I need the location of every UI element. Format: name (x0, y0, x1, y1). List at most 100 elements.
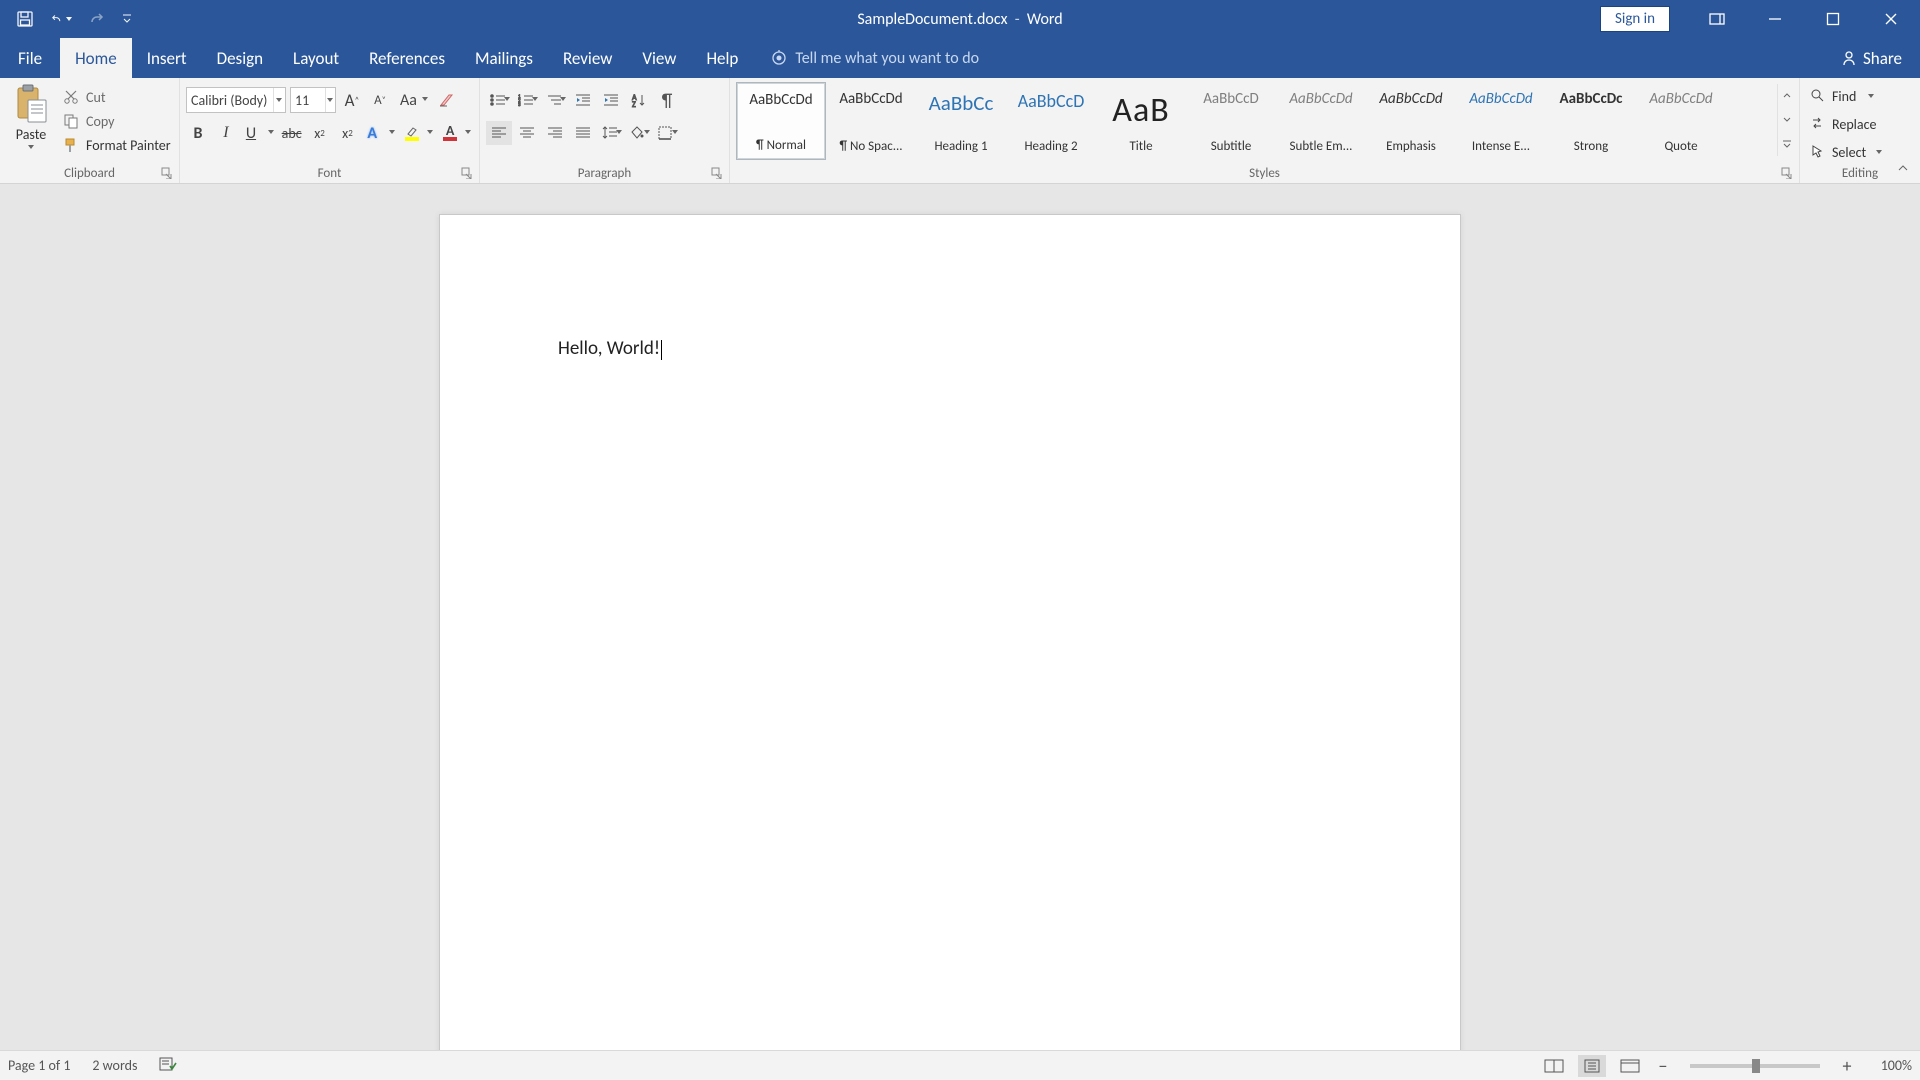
tab-references[interactable]: References (354, 38, 460, 78)
font-name-input[interactable] (187, 92, 273, 109)
font-name-combobox[interactable] (186, 87, 286, 113)
select-label: Select (1832, 144, 1866, 161)
status-bar: Page 1 of 1 2 words − + 100% (0, 1050, 1920, 1080)
style-subtitle[interactable]: AaBbCcDSubtitle (1186, 82, 1276, 160)
save-button[interactable] (14, 8, 36, 30)
tab-file[interactable]: File (0, 38, 60, 78)
cut-button[interactable]: Cut (62, 88, 173, 106)
shrink-font-button[interactable]: A˅ (368, 88, 392, 112)
align-center-button[interactable] (514, 121, 540, 145)
underline-button[interactable]: U (242, 121, 276, 145)
close-button[interactable] (1862, 0, 1920, 38)
title-bar: SampleDocument.docx - Word Sign in (0, 0, 1920, 38)
strikethrough-button[interactable]: abc (280, 121, 304, 145)
chevron-down-icon[interactable] (273, 88, 285, 112)
borders-button[interactable] (654, 121, 680, 145)
copy-button[interactable]: Copy (62, 112, 173, 130)
bullets-button[interactable] (486, 88, 512, 112)
style-strong[interactable]: AaBbCcDcStrong (1546, 82, 1636, 160)
numbering-button[interactable]: 123 (514, 88, 540, 112)
undo-button[interactable] (50, 8, 72, 30)
redo-button[interactable] (86, 8, 108, 30)
tab-mailings[interactable]: Mailings (460, 38, 548, 78)
maximize-button[interactable] (1804, 0, 1862, 38)
tab-home[interactable]: Home (60, 38, 132, 78)
style-title[interactable]: AaBTitle (1096, 82, 1186, 160)
zoom-in-button[interactable]: + (1838, 1055, 1856, 1077)
style-intense-e-[interactable]: AaBbCcDdIntense E... (1456, 82, 1546, 160)
style-heading-2[interactable]: AaBbCcDHeading 2 (1006, 82, 1096, 160)
status-page[interactable]: Page 1 of 1 (8, 1057, 70, 1074)
qat-customize-button[interactable] (122, 8, 132, 30)
minimize-button[interactable] (1746, 0, 1804, 38)
font-launcher[interactable] (461, 165, 475, 179)
status-words[interactable]: 2 words (92, 1057, 137, 1074)
style-subtle-em-[interactable]: AaBbCcDdSubtle Em... (1276, 82, 1366, 160)
document-page[interactable]: Hello, World! (439, 214, 1461, 1050)
tab-review[interactable]: Review (548, 38, 627, 78)
ribbon-display-options-button[interactable] (1688, 0, 1746, 38)
tab-design[interactable]: Design (202, 38, 278, 78)
grow-font-button[interactable]: A˄ (340, 88, 364, 112)
styles-launcher[interactable] (1781, 165, 1795, 179)
styles-more-button[interactable] (1777, 84, 1795, 156)
text-effects-button[interactable]: A (363, 121, 397, 145)
find-button[interactable]: Find (1806, 82, 1914, 110)
style-name: Subtle Em... (1290, 139, 1353, 154)
share-button[interactable]: Share (1823, 38, 1920, 78)
sign-in-button[interactable]: Sign in (1600, 6, 1670, 32)
clear-formatting-button[interactable] (434, 88, 458, 112)
web-layout-button[interactable] (1616, 1055, 1644, 1077)
highlight-button[interactable] (401, 121, 435, 145)
tab-insert[interactable]: Insert (132, 38, 202, 78)
style--no-spac-[interactable]: AaBbCcDd¶ No Spac... (826, 82, 916, 160)
tab-layout[interactable]: Layout (278, 38, 354, 78)
justify-button[interactable] (570, 121, 596, 145)
increase-indent-button[interactable] (598, 88, 624, 112)
document-body[interactable]: Hello, World! (558, 337, 662, 360)
style-emphasis[interactable]: AaBbCcDdEmphasis (1366, 82, 1456, 160)
font-size-input[interactable] (291, 92, 325, 109)
align-left-button[interactable] (486, 121, 512, 145)
font-color-button[interactable]: A (439, 121, 473, 145)
highlight-color-swatch (405, 137, 419, 141)
zoom-level[interactable]: 100% (1866, 1057, 1912, 1074)
paintbrush-icon (62, 136, 80, 154)
tab-view[interactable]: View (627, 38, 691, 78)
chevron-down-icon[interactable] (325, 88, 335, 112)
zoom-slider-thumb[interactable] (1752, 1059, 1760, 1073)
superscript-button[interactable]: x2 (336, 121, 360, 145)
change-case-button[interactable]: Aa (396, 88, 430, 112)
bold-button[interactable]: B (186, 121, 210, 145)
line-spacing-button[interactable] (598, 121, 624, 145)
font-size-combobox[interactable] (290, 87, 336, 113)
print-layout-button[interactable] (1578, 1055, 1606, 1077)
status-spellcheck[interactable] (159, 1056, 177, 1076)
align-right-button[interactable] (542, 121, 568, 145)
tell-me-search[interactable]: Tell me what you want to do (771, 38, 979, 78)
zoom-slider[interactable] (1690, 1064, 1820, 1068)
read-mode-button[interactable] (1540, 1055, 1568, 1077)
style-heading-1[interactable]: AaBbCcHeading 1 (916, 82, 1006, 160)
document-area[interactable]: Hello, World! (0, 184, 1920, 1050)
tab-help[interactable]: Help (691, 38, 753, 78)
replace-button[interactable]: Replace (1806, 110, 1914, 138)
paragraph-launcher[interactable] (711, 165, 725, 179)
style--normal[interactable]: AaBbCcDd¶ Normal (736, 82, 826, 160)
subscript-button[interactable]: x2 (308, 121, 332, 145)
styles-gallery[interactable]: AaBbCcDd¶ NormalAaBbCcDd¶ No Spac...AaBb… (736, 82, 1726, 160)
show-hide-button[interactable]: ¶ (654, 88, 680, 112)
zoom-out-button[interactable]: − (1654, 1055, 1672, 1077)
sort-button[interactable]: AZ (626, 88, 652, 112)
multilevel-list-button[interactable] (542, 88, 568, 112)
chevron-down-icon (504, 97, 510, 101)
chevron-down-icon (1778, 108, 1795, 132)
shading-button[interactable] (626, 121, 652, 145)
italic-button[interactable]: I (214, 121, 238, 145)
collapse-ribbon-button[interactable] (1896, 161, 1914, 179)
decrease-indent-button[interactable] (570, 88, 596, 112)
clipboard-launcher[interactable] (161, 165, 175, 179)
style-quote[interactable]: AaBbCcDdQuote (1636, 82, 1726, 160)
chevron-down-icon (422, 97, 428, 101)
format-painter-button[interactable]: Format Painter (62, 136, 173, 154)
